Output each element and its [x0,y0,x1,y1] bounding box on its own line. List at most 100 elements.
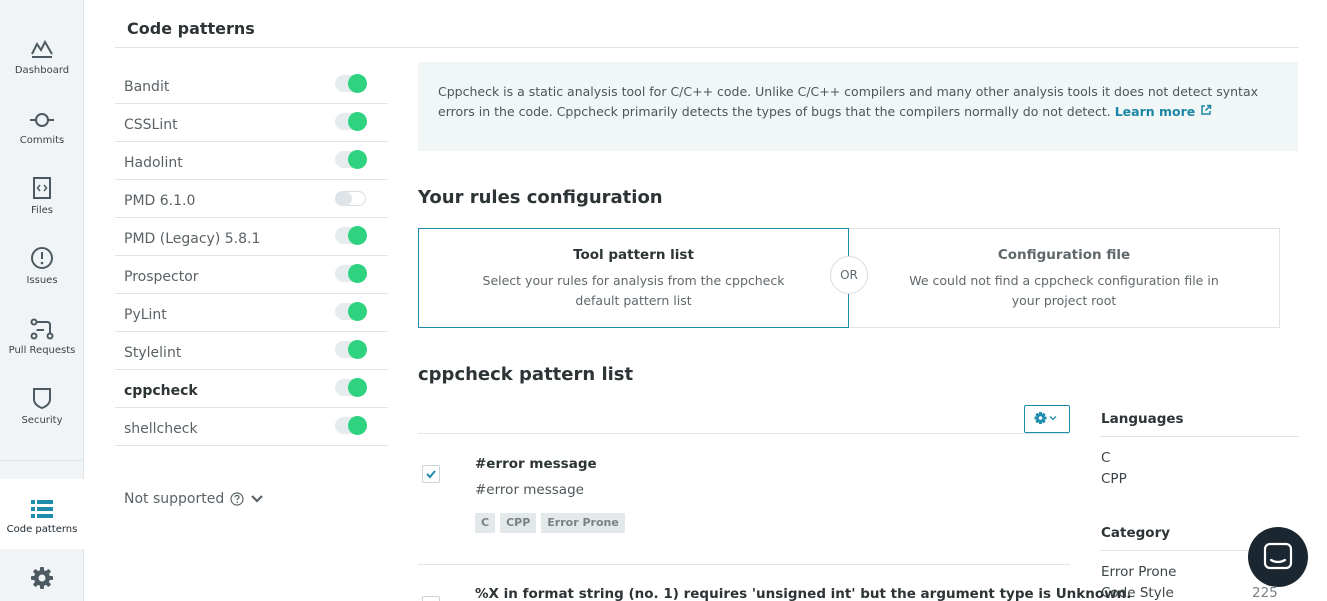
tool-row-cppcheck[interactable]: cppcheck [115,370,388,408]
tool-row-prospector[interactable]: Prospector [115,256,388,294]
nav-files-label: Files [31,205,53,216]
tool-row-stylelint[interactable]: Stylelint [115,332,388,370]
toggle-knob [348,340,367,359]
rules-configuration-title: Your rules configuration [418,187,663,208]
tool-row-pmd-6[interactable]: PMD 6.1.0 [115,180,388,218]
nav-files[interactable]: Files [0,176,84,216]
tool-toggle[interactable] [335,378,367,397]
card-description: Select your rules for analysis from the … [482,273,785,308]
nav-commits-label: Commits [19,135,65,146]
card-description: We could not find a cppcheck configurati… [909,273,1219,308]
tool-description: Cppcheck is a static analysis tool for C… [418,62,1298,151]
pattern-checkbox[interactable] [422,596,440,601]
tool-name: shellcheck [124,421,198,437]
pull-request-icon [30,318,54,340]
file-code-icon [33,177,51,199]
toggle-knob [335,191,352,206]
help-icon [230,492,244,506]
nav-issues[interactable]: Issues [0,246,84,286]
toggle-knob [348,302,367,321]
toggle-knob [348,378,367,397]
configuration-file-card[interactable]: Configuration file We could not find a c… [849,228,1280,328]
chevron-down-icon [251,495,264,503]
tool-toggle[interactable] [335,264,367,283]
pattern-divider [418,564,1070,565]
toggle-knob [348,112,367,131]
dashboard-icon [31,39,53,58]
nav-pull-requests[interactable]: Pull Requests [0,318,84,356]
checkmark-icon [426,470,436,479]
tool-row-hadolint[interactable]: Hadolint [115,142,388,180]
gear-icon [31,567,53,589]
tool-row-bandit[interactable]: Bandit [115,66,388,104]
pattern-list-title: cppcheck pattern list [418,364,634,385]
nav-security[interactable]: Security [0,386,84,426]
filter-divider [1100,436,1299,437]
tool-row-shellcheck[interactable]: shellcheck [115,408,388,446]
tool-toggle[interactable] [335,340,367,359]
chat-launcher-button[interactable] [1248,527,1308,587]
nav-dashboard-label: Dashboard [14,65,70,76]
nav-issues-label: Issues [26,275,58,286]
tool-name: PMD 6.1.0 [124,193,196,209]
pattern-description: #error message [475,482,584,498]
language-filter-item[interactable]: CPP [1101,471,1127,487]
header-divider [115,47,1299,48]
tag-badge: CPP [500,513,537,533]
tool-name: Prospector [124,269,199,285]
tool-pattern-list-card[interactable]: Tool pattern list Select your rules for … [418,228,849,328]
pattern-checkbox[interactable] [422,465,440,483]
nav-commits[interactable]: Commits [0,110,84,146]
commit-icon [30,113,54,127]
learn-more-link[interactable]: Learn more [1115,104,1212,119]
tool-toggle[interactable] [335,302,367,321]
pattern-title: %X in format string (no. 1) requires 'un… [475,586,1132,601]
nav-security-label: Security [21,415,63,426]
tool-row-csslint[interactable]: CSSLint [115,104,388,142]
list-icon [31,500,53,518]
tool-toggle[interactable] [335,74,367,93]
tool-row-pylint[interactable]: PyLint [115,294,388,332]
toggle-knob [348,150,367,169]
toggle-knob [348,264,367,283]
card-title: Configuration file [997,247,1131,263]
not-supported-label: Not supported [124,491,225,507]
tool-list: Bandit CSSLint Hadolint PMD 6.1.0 PMD (L… [115,66,388,446]
nav-divider [0,460,84,461]
gear-dropdown-icon [1034,411,1057,424]
toggle-knob [348,226,367,245]
tool-toggle[interactable] [335,150,367,169]
shield-icon [33,388,51,410]
language-filter-item[interactable]: C [1101,450,1110,466]
tool-name: Bandit [124,79,170,95]
pattern-list-divider [418,433,1070,434]
tool-name: Hadolint [124,155,183,171]
nav-code-patterns[interactable]: Code patterns [0,499,84,535]
learn-more-label: Learn more [1114,104,1196,119]
external-link-icon [1200,104,1211,115]
toggle-knob [348,416,367,435]
category-filter-item[interactable]: Error Prone [1101,564,1176,580]
tool-toggle[interactable] [335,226,367,245]
tool-name: Stylelint [124,345,182,361]
nav-dashboard[interactable]: Dashboard [0,38,84,76]
page-title: Code patterns [127,19,255,38]
category-filter-title: Category [1101,525,1171,541]
or-divider: OR [830,256,868,294]
pattern-settings-button[interactable] [1024,405,1070,433]
nav-pull-requests-label: Pull Requests [8,345,76,356]
tool-name: PMD (Legacy) 5.8.1 [124,231,261,247]
tool-toggle[interactable] [335,191,366,206]
tool-name: CSSLint [124,117,178,133]
pattern-title: #error message [475,456,597,472]
tool-name: PyLint [124,307,167,323]
category-filter-item[interactable]: Code Style [1101,585,1174,601]
tag-badge: Error Prone [541,513,625,533]
tool-toggle[interactable] [335,112,367,131]
not-supported-toggle[interactable]: Not supported [124,491,264,507]
nav-code-patterns-label: Code patterns [6,524,78,535]
nav-settings[interactable] [0,566,84,590]
tool-name: cppcheck [124,383,198,399]
tool-toggle[interactable] [335,416,367,435]
tool-row-pmd-legacy[interactable]: PMD (Legacy) 5.8.1 [115,218,388,256]
